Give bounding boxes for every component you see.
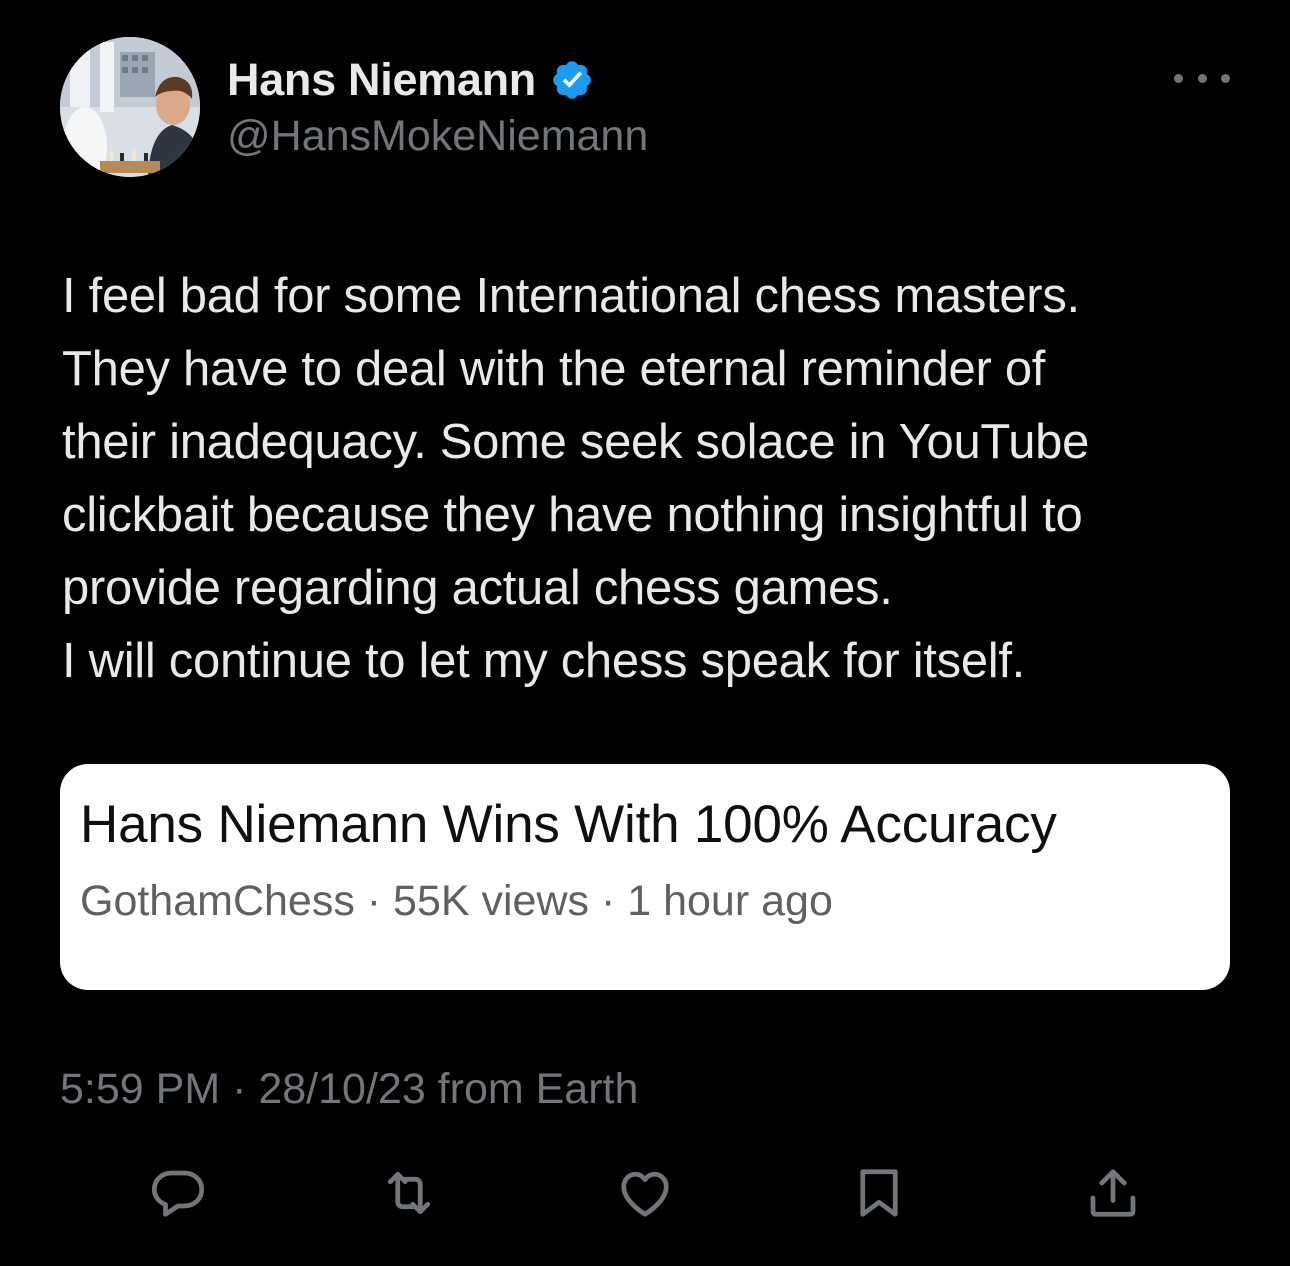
reply-icon xyxy=(151,1170,205,1217)
profile-photo xyxy=(60,37,200,177)
author-name-row: Hans Niemann xyxy=(227,52,594,108)
tweet-text-line: I will continue to let my chess speak fo… xyxy=(62,634,1025,688)
bookmark-icon xyxy=(860,1169,898,1217)
tweet-text-line: their inadequacy. Some seek solace in Yo… xyxy=(62,415,1090,469)
tweet-text-line: I feel bad for some International chess … xyxy=(62,269,1080,323)
tweet-text-line: clickbait because they have nothing insi… xyxy=(62,488,1083,542)
author-handle[interactable]: @HansMokeNiemann xyxy=(227,112,648,161)
bookmark-button[interactable] xyxy=(846,1160,912,1226)
reply-button[interactable] xyxy=(145,1160,211,1226)
tweet-text: I feel bad for some International chess … xyxy=(62,260,1262,698)
tweet-timestamp[interactable]: 5:59 PM · 28/10/23 from Earth xyxy=(60,1065,638,1114)
more-dot xyxy=(1174,73,1183,83)
author-display-name[interactable]: Hans Niemann xyxy=(227,54,536,106)
video-title: Hans Niemann Wins With 100% Accuracy xyxy=(80,795,1057,854)
like-icon xyxy=(621,1171,669,1217)
avatar[interactable] xyxy=(60,37,200,177)
more-dot xyxy=(1197,73,1207,83)
tweet-text-line: They have to deal with the eternal remin… xyxy=(62,342,1046,396)
share-icon xyxy=(1090,1169,1136,1217)
retweet-icon xyxy=(387,1171,431,1215)
action-bar xyxy=(0,1160,1290,1230)
attached-image-card[interactable]: Hans Niemann Wins With 100% Accuracy Got… xyxy=(60,764,1230,990)
like-button[interactable] xyxy=(612,1160,678,1226)
more-options-icon[interactable] xyxy=(1174,66,1230,90)
video-meta: GothamChess · 55K views · 1 hour ago xyxy=(80,877,833,925)
verified-badge-icon[interactable] xyxy=(550,58,594,102)
retweet-button[interactable] xyxy=(376,1160,442,1226)
tweet-text-line: provide regarding actual chess games. xyxy=(62,561,893,615)
more-dot xyxy=(1221,73,1230,83)
share-button[interactable] xyxy=(1080,1160,1146,1226)
